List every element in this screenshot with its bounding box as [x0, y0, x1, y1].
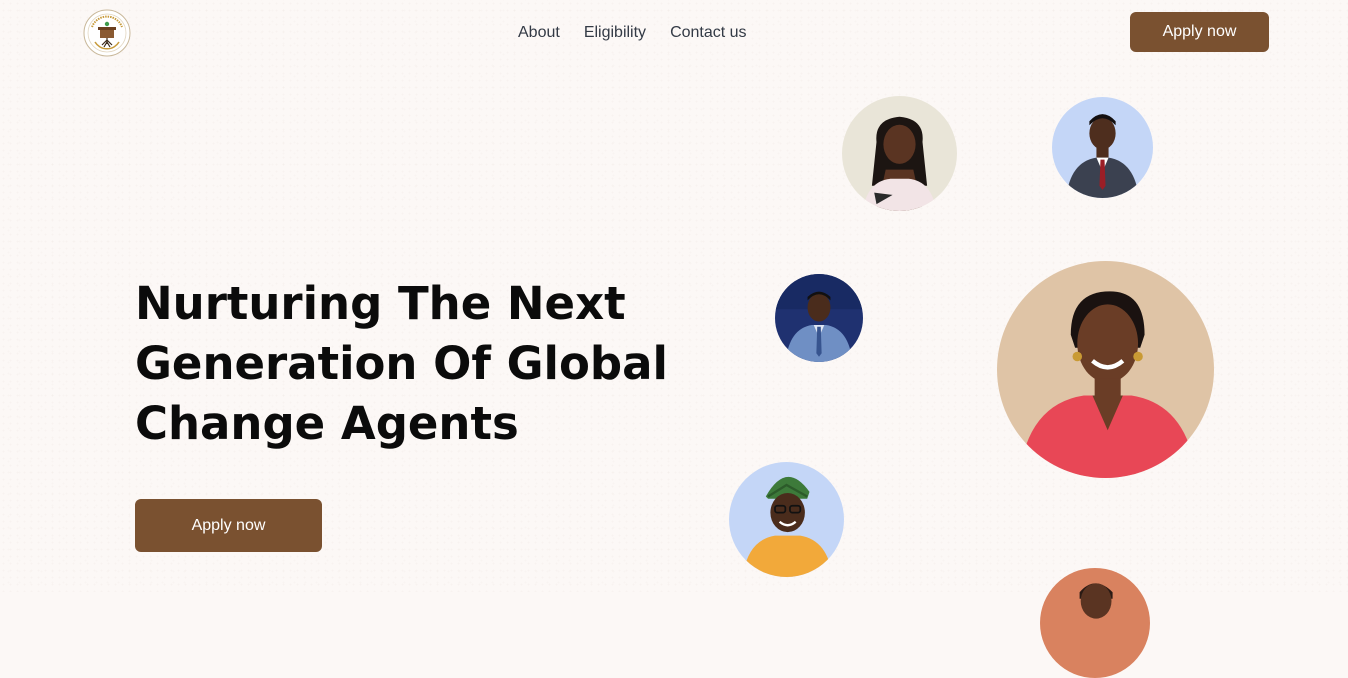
nav-link-eligibility[interactable]: Eligibility	[584, 23, 646, 43]
nav-link-contact-us[interactable]: Contact us	[670, 23, 746, 43]
hero-apply-now-button[interactable]: Apply now	[135, 499, 322, 552]
fellow-portrait-4	[997, 261, 1214, 478]
site-header: About Eligibility Contact us Apply now	[0, 0, 1348, 64]
fellow-portrait-2	[1052, 97, 1153, 198]
primary-nav: About Eligibility Contact us	[518, 23, 747, 43]
fellowship-logo-icon[interactable]	[83, 9, 131, 57]
header-apply-now-button[interactable]: Apply now	[1130, 12, 1269, 52]
fellow-portrait-6	[1040, 568, 1150, 678]
fellow-portrait-5	[729, 462, 844, 577]
fellow-portrait-1	[842, 96, 957, 211]
nav-link-about[interactable]: About	[518, 23, 560, 43]
fellow-portrait-3	[775, 274, 863, 362]
hero-title: Nurturing The Next Generation Of Global …	[135, 277, 668, 450]
